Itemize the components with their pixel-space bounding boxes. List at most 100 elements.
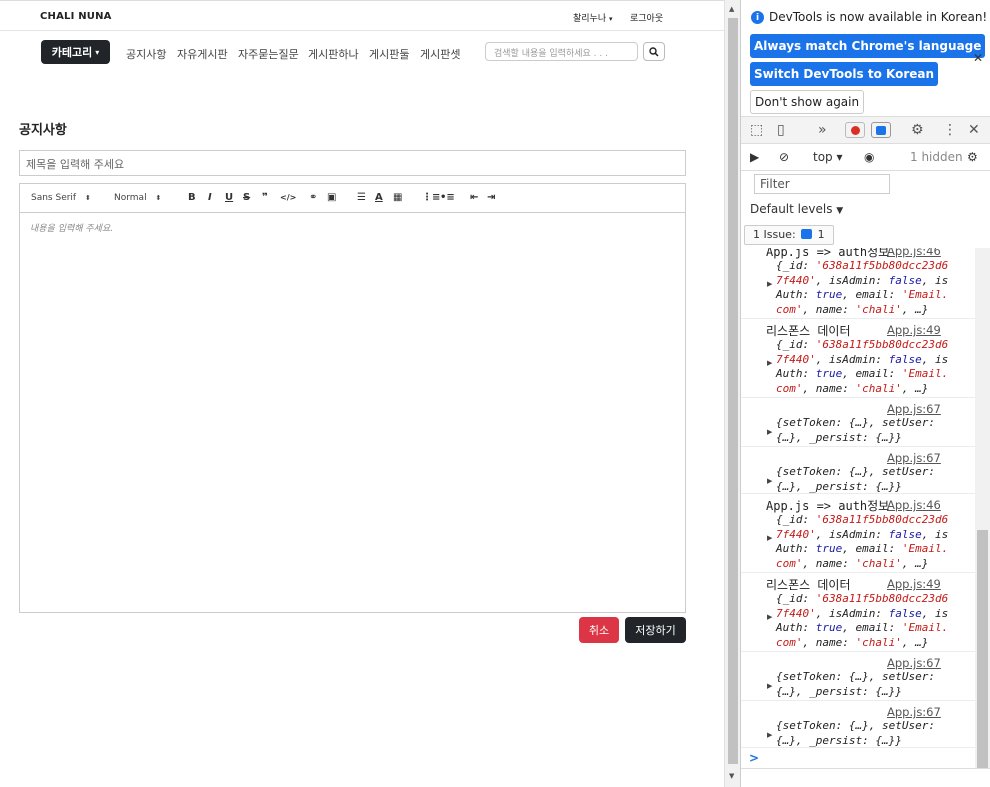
size-select[interactable]: Normal ⬍ [114,193,161,203]
brand-logo[interactable]: CHALI NUNA [40,11,112,22]
device-toolbar-icon[interactable]: ▯ [777,122,785,138]
source-link[interactable]: App.js:67 [887,705,941,719]
console-entry[interactable]: App.js:67 {setToken: {…}, setUser: {…}, _… [741,447,975,494]
scrollbar-thumb[interactable] [977,530,988,768]
expand-triangle-icon[interactable]: ▶ [767,731,772,739]
source-link[interactable]: App.js:46 [887,498,941,512]
link-icon[interactable]: ⚭ [309,193,317,203]
expand-triangle-icon[interactable]: ▶ [767,477,772,485]
object-preview[interactable]: {_id: '638a11f5bb80dcc23d6 7f440', isAdm… [776,259,948,317]
filter-input[interactable]: Filter [754,174,890,194]
strike-icon[interactable]: S [243,193,250,203]
errors-badge[interactable] [845,122,865,138]
search-button[interactable] [643,42,665,61]
title-input[interactable]: 제목을 입력해 주세요 [19,150,686,176]
console-entry[interactable]: App.js:49 리스폰스 데이터 {_id: '638a11f5bb80dcc2… [741,573,975,652]
match-language-button[interactable]: Always match Chrome's language [750,34,986,58]
blockquote-icon[interactable]: ❞ [262,193,268,203]
expand-triangle-icon[interactable]: ▶ [767,534,772,542]
console-settings-icon[interactable]: ⚙ [967,150,978,164]
web-page: CHALI NUNA 찰리누나 ▾ 로그아웃 카테고리 ▾ 공지사항 자유게시판… [0,0,724,787]
save-button[interactable]: 저장하기 [625,617,686,643]
bullet-list-icon[interactable]: •≡ [440,193,455,203]
object-preview[interactable]: {setToken: {…}, setUser: {…}, _persist: … [776,465,935,494]
chevron-down-icon: ▾ [609,15,613,23]
scroll-up-icon[interactable]: ▲ [729,5,734,13]
cancel-button[interactable]: 취소 [579,617,619,643]
font-select[interactable]: Sans Serif ⬍ [31,193,91,203]
more-options-icon[interactable]: ⋮ [943,122,957,138]
console-entry[interactable]: App.js:46 App.js => auth정보 {_id: '638a11f5… [741,494,975,573]
object-preview[interactable]: {setToken: {…}, setUser: {…}, _persist: … [776,416,935,445]
close-devtools-icon[interactable]: ✕ [968,122,980,138]
console-entry[interactable]: App.js:67 {setToken: {…}, setUser: {…}, _… [741,398,975,447]
language-infobar: i DevTools is now available in Korean! A… [741,0,990,117]
console-entry[interactable]: App.js:67 {setToken: {…}, setUser: {…}, _… [741,701,975,748]
switch-language-button[interactable]: Switch DevTools to Korean [750,62,939,86]
object-preview[interactable]: {_id: '638a11f5bb80dcc23d6 7f440', isAdm… [776,338,948,396]
more-tabs-icon[interactable]: » [818,122,827,138]
scrollbar-thumb[interactable] [728,18,738,764]
context-select[interactable]: top ▾ [813,150,843,164]
dont-show-again-button[interactable]: Don't show again [750,90,865,114]
console-entry[interactable]: App.js:67 {setToken: {…}, setUser: {…}, _… [741,652,975,701]
logout-link[interactable]: 로그아웃 [630,11,663,24]
editor-body[interactable]: 내용을 입력해 주세요. [20,213,685,242]
object-preview[interactable]: {_id: '638a11f5bb80dcc23d6 7f440', isAdm… [776,592,948,650]
expand-triangle-icon[interactable]: ▶ [767,682,772,690]
source-link[interactable]: App.js:67 [887,451,941,465]
background-color-icon[interactable]: ▦ [393,193,402,203]
log-levels-dropdown[interactable]: Default levels ▼ [750,202,843,216]
source-link[interactable]: App.js:49 [887,577,941,591]
text-color-icon[interactable]: A [375,193,383,203]
nav-link-free-board[interactable]: 자유게시판 [177,46,228,62]
category-button-label: 카테고리 [51,46,93,59]
console-entry[interactable]: App.js:49 리스폰스 데이터 {_id: '638a11f5bb80dcc2… [741,319,975,398]
nav-link-board-three[interactable]: 게시판셋 [420,46,460,62]
bold-icon[interactable]: B [188,193,196,203]
close-icon[interactable]: ✕ [973,51,983,65]
image-icon[interactable]: ▣ [327,193,336,203]
nav-link-board-two[interactable]: 게시판둘 [369,46,409,62]
expand-triangle-icon[interactable]: ▶ [767,613,772,621]
expand-triangle-icon[interactable]: ▶ [767,359,772,367]
settings-icon[interactable]: ⚙ [911,122,924,138]
italic-icon[interactable]: I [208,193,212,203]
object-preview[interactable]: {_id: '638a11f5bb80dcc23d6 7f440', isAdm… [776,513,948,571]
console-prompt[interactable]: > [749,751,759,765]
nav-link-notice[interactable]: 공지사항 [126,46,166,62]
inspect-element-icon[interactable]: ⬚ [750,122,763,138]
console-bottom-bar [741,768,990,787]
expand-triangle-icon[interactable]: ▶ [767,428,772,436]
log-message: 리스폰스 데이터 [766,578,851,592]
source-link[interactable]: App.js:46 [887,248,941,258]
category-dropdown-button[interactable]: 카테고리 ▾ [41,40,110,64]
issues-button[interactable]: 1 Issue: 1 [744,225,834,245]
nav-link-faq[interactable]: 자주묻는질문 [238,46,299,62]
align-icon[interactable]: ☰ [357,193,366,203]
console-scrollbar[interactable] [975,248,990,768]
live-expression-icon[interactable]: ◉ [864,150,874,164]
console-entry[interactable]: App.js:46 App.js => auth정보 {_id: '638a11f5… [741,248,975,319]
underline-icon[interactable]: U [225,193,233,203]
user-menu-dropdown[interactable]: 찰리누나 ▾ [573,11,613,24]
code-block-icon[interactable]: </> [280,193,296,203]
issues-badge[interactable] [871,122,891,138]
nav-link-board-one[interactable]: 게시판하나 [308,46,359,62]
sidebar-toggle-icon[interactable]: ▶ [750,150,759,164]
ordered-list-icon[interactable]: ⋮≡ [422,193,440,203]
expand-triangle-icon[interactable]: ▶ [767,280,772,288]
source-link[interactable]: App.js:49 [887,323,941,337]
indent-icon[interactable]: ⇥ [487,193,495,203]
object-preview[interactable]: {setToken: {…}, setUser: {…}, _persist: … [776,719,935,748]
source-link[interactable]: App.js:67 [887,656,941,670]
source-link[interactable]: App.js:67 [887,402,941,416]
object-preview[interactable]: {setToken: {…}, setUser: {…}, _persist: … [776,670,935,699]
issue-flag-icon [801,229,813,239]
clear-console-icon[interactable]: ⊘ [779,150,789,164]
scroll-down-icon[interactable]: ▼ [729,772,734,780]
outdent-icon[interactable]: ⇤ [470,193,478,203]
search-input[interactable]: 검색할 내용을 입력하세요 . . . [485,42,638,61]
page-scrollbar[interactable]: ▲ ▼ [724,0,740,787]
console-toolbar: ▶ ⊘ top ▾ ◉ 1 hidden ⚙ [741,144,990,171]
